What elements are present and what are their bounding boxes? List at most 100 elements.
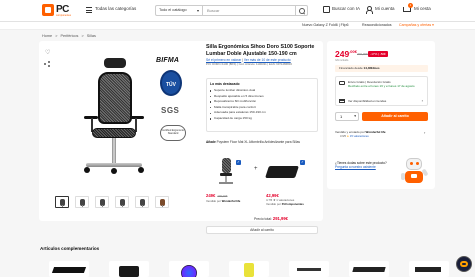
certified-ergonomic-badge: Certified Ergonomic Standard <box>160 125 186 141</box>
page: PC componentes Todas las categorías Todo… <box>0 0 475 277</box>
breadcrumb: Home > Periféricos > Sillas <box>42 34 98 38</box>
promo-link-fold[interactable]: Nuevo Galaxy Z Fold6 | Flip6 <box>302 23 348 27</box>
combo-item2-seller-name[interactable]: PcComponentes <box>282 202 304 206</box>
combo-item1-sold-label: Vendido por <box>206 199 221 203</box>
logo-sub: componentes <box>56 14 72 17</box>
catalog-select[interactable]: Todo el catálogo ▾ <box>155 5 203 16</box>
combo-item1-seller-name[interactable]: Wonderful life <box>222 199 241 203</box>
combo-intro-text: Poystem Floor Mat XL Alfombrilla Antides… <box>216 140 300 144</box>
breadcrumb-chairs[interactable]: Sillas <box>87 34 96 38</box>
seller-reviews-link[interactable]: 15 valoraciones <box>350 135 369 138</box>
combo-checkbox-1[interactable]: ✓ <box>236 160 241 165</box>
price-decimals: ,00€ <box>349 49 357 54</box>
star-icon: ★ <box>346 135 350 138</box>
truck-icon <box>339 81 345 85</box>
seller-rating: 3.9/5 ★ 15 valoraciones <box>340 134 369 138</box>
highlights-box: Lo más destacado Soporte lumbar dinámico… <box>206 78 318 132</box>
share-icon[interactable] <box>44 61 50 67</box>
finance-prefix: Financiado desde <box>339 66 363 70</box>
add-to-cart-button[interactable]: Añadir al carrito <box>362 112 428 121</box>
combo-item1-old-price: 299,00€ <box>217 194 228 198</box>
all-categories-link[interactable]: Todas las categorías <box>95 6 136 11</box>
store-availability-link[interactable]: Ver disponibilidad en tiendas <box>348 99 386 103</box>
discount-badge: -17% | -50€ <box>368 51 388 57</box>
assistant-text: ¿Tienes dudas sobre este producto? Pregu… <box>335 161 393 169</box>
complementary-title: Artículos complementarios <box>40 246 100 251</box>
quantity-select[interactable]: 1 ▾ <box>335 112 359 121</box>
combo-checkbox-2[interactable]: ✓ <box>300 160 305 165</box>
delivery-estimate: Recíbelo entre el lunes 16 y el lunes 17… <box>348 84 415 88</box>
product-codes: P/N: DORO-S100 (BKS) | Cod. Articulo: 11… <box>206 62 292 66</box>
complementary-item[interactable] <box>289 261 329 277</box>
cart-count-badge: 1 <box>408 3 413 8</box>
combo-total-label: Precio total: <box>254 217 272 221</box>
thumbnail[interactable] <box>115 196 129 208</box>
logo[interactable]: PC componentes <box>42 4 76 17</box>
thumbnail[interactable] <box>155 196 169 208</box>
user-icon[interactable] <box>365 6 373 14</box>
chevron-right-icon[interactable]: › <box>424 130 425 135</box>
complementary-item[interactable] <box>409 261 449 277</box>
combo-intro-label: Añade <box>206 140 216 144</box>
thumbnail[interactable] <box>135 196 149 208</box>
chevron-down-icon: ▾ <box>196 8 199 13</box>
assistant-robot-icon <box>400 156 429 188</box>
thumbnail[interactable] <box>55 196 69 208</box>
combo-intro: Añade Poystem Floor Mat XL Alfombrilla A… <box>206 140 318 144</box>
quantity-value: 1 <box>340 114 343 119</box>
search-icon[interactable] <box>296 5 308 16</box>
ai-search-icon[interactable] <box>323 6 330 13</box>
complementary-strip <box>39 254 475 277</box>
ai-search-link[interactable]: Buscar con IA <box>332 6 360 11</box>
cert-line-2: Standard <box>167 132 179 135</box>
store-icon <box>339 99 345 103</box>
breadcrumb-home[interactable]: Home <box>42 34 52 38</box>
bifma-badge: BIFMA <box>156 57 180 64</box>
combo-item2-seller: Vendido por PcComponentes <box>266 202 304 206</box>
chat-icon[interactable] <box>456 256 472 272</box>
breadcrumb-separator: > <box>81 34 84 38</box>
combo-mat-image[interactable] <box>265 166 299 178</box>
vat-note: IVA incluido <box>335 59 349 62</box>
plus-icon: + <box>254 166 258 172</box>
complementary-item[interactable] <box>109 261 149 277</box>
promo-link-refurbished[interactable]: Reacondicionados <box>362 23 392 27</box>
assistant-link[interactable]: Pregunta a nuestro asistente <box>335 165 376 169</box>
combo-add-to-cart-button[interactable]: Añadir al carrito <box>206 226 318 234</box>
combo-item1-seller: Vendido por Wonderful life <box>206 199 240 203</box>
highlights-title: Lo más destacado <box>210 82 240 86</box>
complementary-item[interactable] <box>169 261 209 277</box>
breadcrumb-separator: > <box>55 34 58 38</box>
complementary-item[interactable] <box>229 261 269 277</box>
chevron-down-icon: ▾ <box>354 114 356 118</box>
breadcrumb-peripherals[interactable]: Periféricos <box>60 34 78 38</box>
tuv-badge: TÜV <box>160 70 182 96</box>
promo-link-offers[interactable]: Campañas y ofertas ▾ <box>399 23 434 27</box>
shipping-box: Envío Gratis | Devolución Gratis Recíbel… <box>335 76 428 106</box>
seller-score: 3.9/5 <box>340 135 346 138</box>
promo-bar: Nuevo Galaxy Z Fold6 | Flip6 Reacondicio… <box>0 22 475 30</box>
combo-total-price: 291,99€ <box>272 216 288 221</box>
heart-icon[interactable]: ♡ <box>45 50 50 56</box>
logo-mark-icon <box>42 4 54 16</box>
thumbnail[interactable] <box>95 196 109 208</box>
catalog-select-value: Todo el catálogo <box>159 8 187 12</box>
chevron-right-icon[interactable]: › <box>422 98 423 103</box>
search-input[interactable]: Buscar <box>203 5 296 16</box>
combo-item1-price-value: 249€ <box>206 193 216 198</box>
top-header: PC componentes Todas las categorías Todo… <box>0 0 475 22</box>
menu-icon[interactable] <box>86 7 92 13</box>
complementary-item[interactable] <box>49 261 89 277</box>
product-image[interactable] <box>82 58 146 183</box>
cart-link[interactable]: Mi cesta <box>414 6 431 11</box>
price-main: 249 <box>335 49 350 59</box>
combo-item1-price: 249€ 299,00€ <box>206 193 227 198</box>
highlight-item: Capacidad de carga 150 kg <box>210 116 314 122</box>
account-link[interactable]: Mi cuenta <box>375 6 395 11</box>
finance-value: 14,46€/mes <box>363 66 380 70</box>
thumbnail[interactable] <box>75 196 89 208</box>
complementary-item[interactable] <box>349 261 389 277</box>
combo-chair-image[interactable] <box>218 158 234 186</box>
finance-bar[interactable]: Financiado desde 14,46€/mes <box>335 65 428 72</box>
sgs-badge: SGS <box>161 106 180 115</box>
